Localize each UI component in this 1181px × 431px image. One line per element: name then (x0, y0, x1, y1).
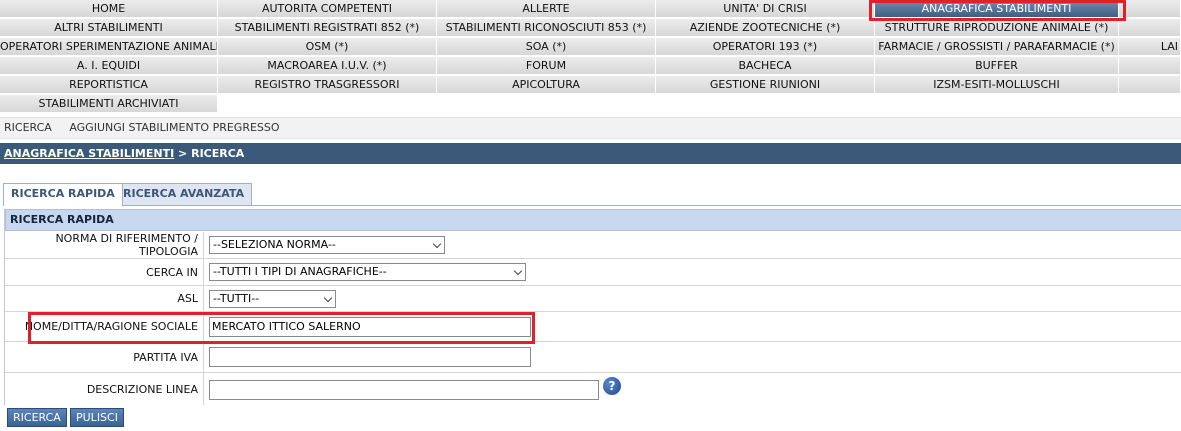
menu-item-osm[interactable]: OSM (*) (218, 38, 437, 56)
row-partita-iva: PARTITA IVA (5, 342, 1181, 373)
norma-select-value: --SELEZIONA NORMA-- (213, 238, 336, 251)
menu-item-aziende-zootecniche[interactable]: AZIENDE ZOOTECNICHE (*) (656, 19, 875, 37)
help-icon[interactable]: ? (603, 377, 621, 395)
search-form: RICERCA RAPIDA NORMA DI RIFERIMENTO / TI… (4, 209, 1181, 405)
submenu-aggiungi-link[interactable]: AGGIUNGI STABILIMENTO PREGRESSO (69, 121, 279, 134)
tab-ricerca-avanzata[interactable]: RICERCA AVANZATA (115, 183, 253, 205)
menu-item-lab-truncated[interactable]: LAI (1119, 38, 1181, 56)
menu-item-blank (1119, 0, 1181, 18)
tab-ricerca-rapida[interactable]: RICERCA RAPIDA (3, 183, 123, 206)
menu-item-stabilimenti-riconosciuti-853[interactable]: STABILIMENTI RICONOSCIUTI 853 (*) (437, 19, 656, 37)
menu-item-forum[interactable]: FORUM (437, 57, 656, 75)
descrizione-linea-label: DESCRIZIONE LINEA (5, 373, 204, 405)
row-asl: ASL --TUTTI-- (5, 286, 1181, 312)
menu-item-izsm-esiti-molluschi[interactable]: IZSM-ESITI-MOLLUSCHI (875, 76, 1119, 94)
row-descrizione-linea: DESCRIZIONE LINEA ? (5, 373, 1181, 405)
menu-item-altri-stabilimenti[interactable]: ALTRI STABILIMENTI (0, 19, 218, 37)
menu-item-allerte[interactable]: ALLERTE (437, 0, 656, 18)
nome-label: NOME/DITTA/RAGIONE SOCIALE (5, 312, 204, 341)
menu-item-ai-equidi[interactable]: A. I. EQUIDI (0, 57, 218, 75)
menu-item-gestione-riunioni[interactable]: GESTIONE RIUNIONI (656, 76, 875, 94)
menu-item-reportistica[interactable]: REPORTISTICA (0, 76, 218, 94)
menu-item-unita-di-crisi[interactable]: UNITA' DI CRISI (656, 0, 875, 18)
asl-select-value: --TUTTI-- (213, 292, 260, 305)
breadcrumb-anagrafica-link[interactable]: ANAGRAFICA STABILIMENTI (4, 147, 174, 160)
chevron-down-icon (513, 266, 523, 276)
norma-select[interactable]: --SELEZIONA NORMA-- (209, 236, 445, 254)
menu-item-strutture-riproduzione-animale[interactable]: STRUTTURE RIPRODUZIONE ANIMALE (*) (875, 19, 1119, 37)
menu-item-buffer[interactable]: BUFFER (875, 57, 1119, 75)
menu-item-blank (1119, 76, 1181, 94)
menu-item-home[interactable]: HOME (0, 0, 218, 18)
row-norma: NORMA DI RIFERIMENTO / TIPOLOGIA --SELEZ… (5, 232, 1181, 259)
menu-item-farmacie-grossisti-parafarmacie[interactable]: FARMACIE / GROSSISTI / PARAFARMACIE (*) (875, 38, 1119, 56)
menu-item-operatori-193[interactable]: OPERATORI 193 (*) (656, 38, 875, 56)
asl-select[interactable]: --TUTTI-- (209, 290, 336, 308)
menu-item-blank (1119, 57, 1181, 75)
menu-item-autorita-competenti[interactable]: AUTORITA COMPETENTI (218, 0, 437, 18)
menu-item-blank (1119, 19, 1181, 37)
partita-iva-input[interactable] (209, 347, 531, 367)
page-title-bar: ANAGRAFICA STABILIMENTI > RICERCA (0, 143, 1181, 164)
menu-item-stabilimenti-archiviati[interactable]: STABILIMENTI ARCHIVIATI (0, 95, 218, 113)
tab-divider-line (3, 205, 1181, 206)
descrizione-linea-input[interactable] (209, 380, 599, 400)
row-cerca-in: CERCA IN --TUTTI I TIPI DI ANAGRAFICHE-- (5, 259, 1181, 286)
ricerca-button[interactable]: RICERCA (7, 408, 67, 427)
asl-label: ASL (5, 286, 204, 311)
menu-item-apicoltura[interactable]: APICOLTURA (437, 76, 656, 94)
row-nome: NOME/DITTA/RAGIONE SOCIALE MERCATO ITTIC… (5, 312, 1181, 342)
menu-item-bacheca[interactable]: BACHECA (656, 57, 875, 75)
cerca-in-label: CERCA IN (5, 259, 204, 285)
menu-item-macroarea-iuv[interactable]: MACROAREA I.U.V. (*) (218, 57, 437, 75)
pulisci-button[interactable]: PULISCI (70, 408, 124, 427)
breadcrumb-current: RICERCA (191, 147, 245, 160)
chevron-down-icon (323, 293, 333, 303)
submenu-ricerca-link[interactable]: RICERCA (4, 121, 52, 134)
cerca-in-select-value: --TUTTI I TIPI DI ANAGRAFICHE-- (213, 265, 387, 278)
menu-item-soa[interactable]: SOA (*) (437, 38, 656, 56)
menu-item-registro-trasgressori[interactable]: REGISTRO TRASGRESSORI (218, 76, 437, 94)
nome-ditta-input[interactable]: MERCATO ITTICO SALERNO (209, 317, 531, 337)
menu-item-stabilimenti-registrati-852[interactable]: STABILIMENTI REGISTRATI 852 (*) (218, 19, 437, 37)
menu-item-anagrafica-stabilimenti[interactable]: ANAGRAFICA STABILIMENTI (875, 0, 1119, 18)
form-header: RICERCA RAPIDA (5, 209, 1181, 231)
chevron-down-icon (432, 239, 442, 249)
norma-label: NORMA DI RIFERIMENTO / TIPOLOGIA (5, 232, 204, 258)
partita-iva-label: PARTITA IVA (5, 342, 204, 372)
menu-item-operatori-sperimentazione-animale[interactable]: OPERATORI SPERIMENTAZIONE ANIMALE (0, 38, 218, 56)
submenu: RICERCA AGGIUNGI STABILIMENTO PREGRESSO (0, 117, 1181, 139)
cerca-in-select[interactable]: --TUTTI I TIPI DI ANAGRAFICHE-- (209, 263, 526, 281)
breadcrumb-separator: > (174, 147, 192, 160)
